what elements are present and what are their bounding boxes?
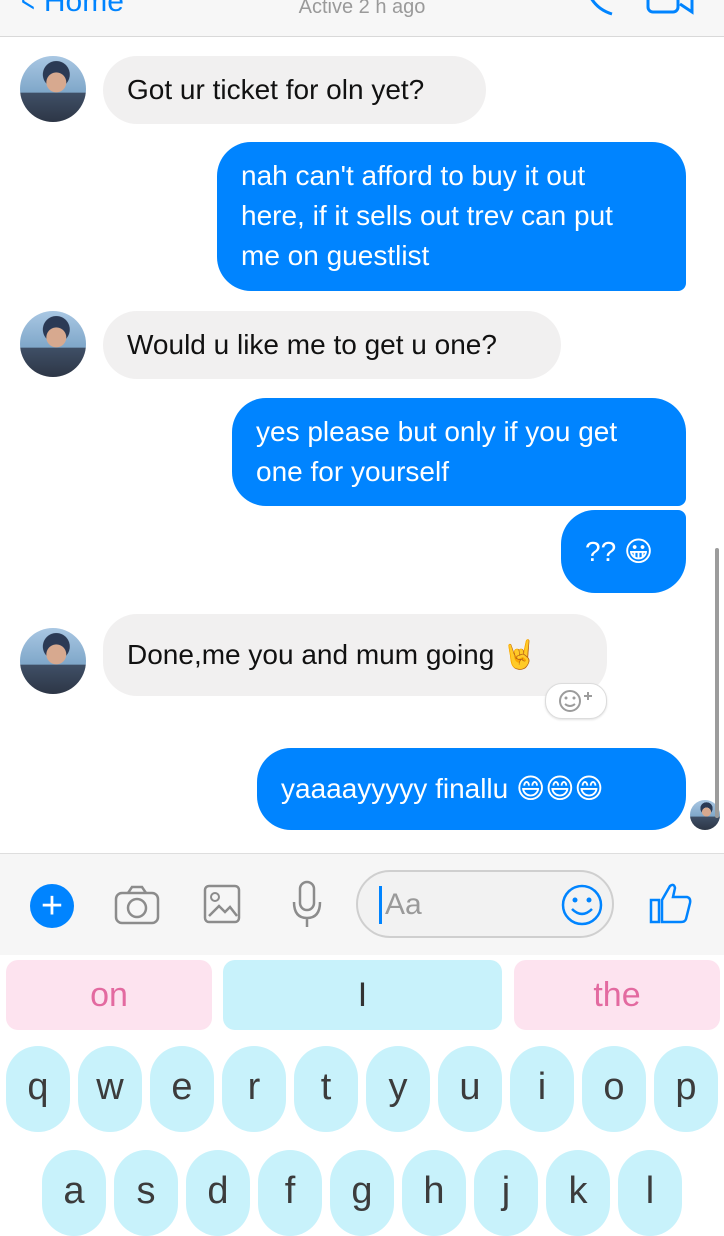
gallery-icon[interactable]: [203, 884, 241, 924]
avatar[interactable]: [20, 311, 86, 377]
incoming-message[interactable]: Would u like me to get u one?: [103, 311, 561, 379]
key-i[interactable]: i: [510, 1046, 574, 1132]
key-s[interactable]: s: [114, 1150, 178, 1236]
key-t[interactable]: t: [294, 1046, 358, 1132]
incoming-message[interactable]: Got ur ticket for oln yet?: [103, 56, 486, 124]
key-w[interactable]: w: [78, 1046, 142, 1132]
key-d[interactable]: d: [186, 1150, 250, 1236]
key-h[interactable]: h: [402, 1150, 466, 1236]
microphone-icon[interactable]: [290, 880, 324, 930]
key-u[interactable]: u: [438, 1046, 502, 1132]
conversation-header: < Home Active 2 h ago: [0, 0, 724, 37]
emoji-icon[interactable]: [560, 883, 604, 927]
key-g[interactable]: g: [330, 1150, 394, 1236]
key-j[interactable]: j: [474, 1150, 538, 1236]
key-p[interactable]: p: [654, 1046, 718, 1132]
incoming-message[interactable]: Done,me you and mum going 🤘: [103, 614, 607, 696]
key-f[interactable]: f: [258, 1150, 322, 1236]
suggestion-right[interactable]: the: [514, 960, 720, 1030]
outgoing-message[interactable]: nah can't afford to buy it out here, if …: [217, 142, 686, 291]
key-a[interactable]: a: [42, 1150, 106, 1236]
smiley-plus-icon: [559, 690, 592, 712]
key-l[interactable]: l: [618, 1150, 682, 1236]
text-cursor: [379, 886, 382, 924]
outgoing-message[interactable]: yaaaayyyyy finallu 😄😄😄: [257, 748, 686, 830]
message-input-placeholder: Aa: [385, 888, 422, 921]
like-icon[interactable]: [648, 880, 694, 926]
camera-icon[interactable]: [113, 884, 161, 926]
more-options-button[interactable]: +: [30, 884, 74, 928]
phone-icon[interactable]: [582, 0, 618, 18]
add-reaction-button[interactable]: [545, 683, 607, 719]
key-o[interactable]: o: [582, 1046, 646, 1132]
key-y[interactable]: y: [366, 1046, 430, 1132]
avatar[interactable]: [20, 56, 86, 122]
video-call-icon[interactable]: [646, 0, 696, 18]
key-r[interactable]: r: [222, 1046, 286, 1132]
scrollbar[interactable]: [715, 548, 719, 818]
key-q[interactable]: q: [6, 1046, 70, 1132]
key-k[interactable]: k: [546, 1150, 610, 1236]
avatar[interactable]: [20, 628, 86, 694]
suggestion-center[interactable]: I: [223, 960, 502, 1030]
suggestion-left[interactable]: on: [6, 960, 212, 1030]
key-e[interactable]: e: [150, 1046, 214, 1132]
plus-icon: +: [40, 885, 64, 927]
outgoing-message[interactable]: yes please but only if you get one for y…: [232, 398, 686, 506]
outgoing-message[interactable]: ?? 😀: [561, 510, 686, 593]
